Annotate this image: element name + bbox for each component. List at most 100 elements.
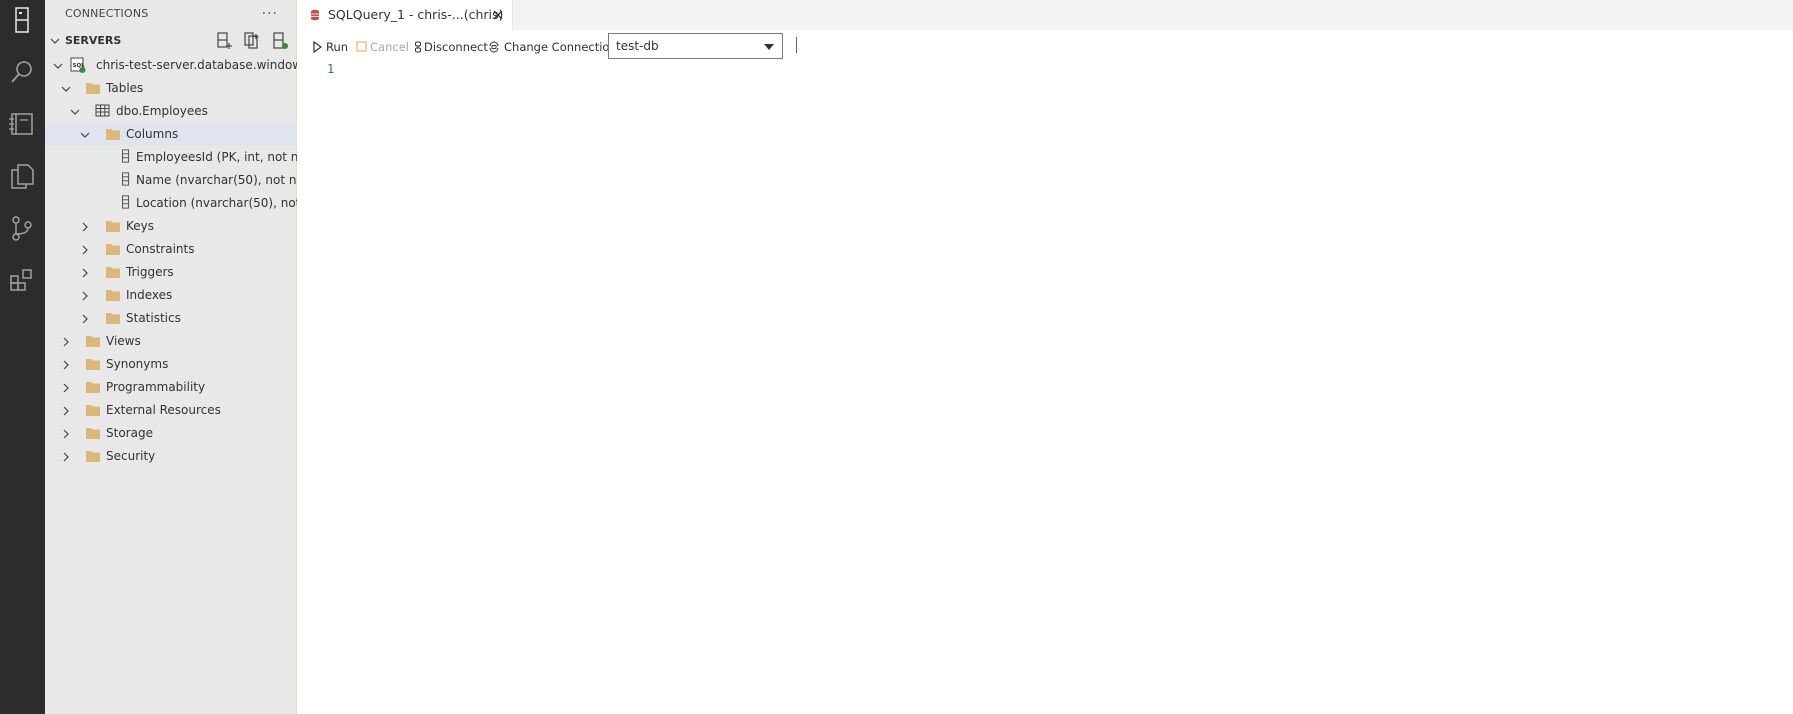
connections-icon[interactable] [8, 6, 36, 34]
close-icon[interactable] [491, 8, 505, 22]
servers-section-label: SERVERS [65, 34, 122, 47]
column-icon [122, 172, 130, 186]
chevron-down-icon [70, 109, 80, 115]
chevron-right-icon [63, 360, 69, 370]
stop-icon [356, 41, 367, 52]
folder-icon [86, 83, 100, 94]
run-button[interactable]: Run [312, 39, 348, 55]
folder-icon [86, 359, 100, 370]
new-connection-icon[interactable] [214, 31, 234, 51]
tree-label-folder: Statistics [126, 311, 181, 325]
explorer-icon[interactable] [8, 162, 36, 190]
database-select-value: test-db [616, 39, 659, 53]
tree-label-folder: Triggers [126, 265, 174, 279]
chevron-down-icon [53, 63, 63, 69]
tree-label-folder: Views [106, 334, 141, 348]
cancel-button[interactable]: Cancel [356, 39, 409, 55]
tree-item-column[interactable]: Name (nvarchar(50), not null) [45, 169, 297, 192]
tree-label-column: EmployeesId (PK, int, not n... [136, 150, 297, 164]
tree-item-keys[interactable]: Keys [45, 215, 297, 238]
disconnect-label: Disconnect [424, 40, 488, 54]
tree-item-external-resources[interactable]: External Resources [45, 399, 297, 422]
tree-item-triggers[interactable]: Triggers [45, 261, 297, 284]
tree-item-indexes[interactable]: Indexes [45, 284, 297, 307]
folder-icon [86, 451, 100, 462]
line-number: 1 [327, 62, 335, 76]
chevron-right-icon [63, 337, 69, 347]
tree-label-folder: Constraints [126, 242, 195, 256]
tree-label-folder: Programmability [106, 380, 206, 394]
tree-label-folder: Synonyms [106, 357, 169, 371]
folder-icon [86, 336, 100, 347]
folder-icon [106, 129, 120, 140]
tree-label-column: Name (nvarchar(50), not null) [136, 173, 297, 187]
tree-item-server[interactable]: SQL chris-test-server.database.windows..… [45, 54, 297, 77]
folder-icon [86, 382, 100, 393]
tree-label-folder: External Resources [106, 403, 221, 417]
chevron-right-icon [82, 291, 88, 301]
disconnect-icon [415, 41, 421, 53]
tree-label-folder: Storage [106, 426, 153, 440]
play-icon [313, 41, 322, 53]
chevron-down-icon [50, 38, 60, 44]
tree-item-synonyms[interactable]: Synonyms [45, 353, 297, 376]
tree-item-columns[interactable]: Columns [45, 123, 297, 146]
search-icon[interactable] [8, 58, 36, 86]
column-icon [122, 195, 130, 209]
tree-label-folder: Security [106, 449, 156, 463]
app-window: CONNECTIONS ··· SERVERS SQL chris-test-s… [0, 0, 1793, 714]
notebooks-icon[interactable] [8, 110, 36, 138]
tree-label-tables: Tables [106, 81, 144, 95]
database-select[interactable]: test-db [608, 33, 783, 59]
disconnect-button[interactable]: Disconnect [413, 39, 488, 55]
chevron-right-icon [82, 268, 88, 278]
source-control-icon[interactable] [8, 214, 36, 242]
tree-item-programmability[interactable]: Programmability [45, 376, 297, 399]
extensions-icon[interactable] [8, 266, 36, 294]
tree-item-statistics[interactable]: Statistics [45, 307, 297, 330]
servers-section-header[interactable]: SERVERS [45, 28, 296, 54]
tree-item-storage[interactable]: Storage [45, 422, 297, 445]
query-editor[interactable]: 1 [297, 62, 1793, 714]
tree-item-constraints[interactable]: Constraints [45, 238, 297, 261]
connections-sidebar: CONNECTIONS ··· SERVERS SQL chris-test-s… [45, 0, 297, 714]
tab-label: SQLQuery_1 - chris-...(chris) [328, 7, 504, 22]
chevron-right-icon [82, 222, 88, 232]
chevron-right-icon [63, 429, 69, 439]
chevron-down-icon [80, 132, 90, 138]
sidebar-title-label: CONNECTIONS [65, 7, 149, 20]
tree-label-folder: Indexes [126, 288, 173, 302]
chevron-right-icon [82, 314, 88, 324]
table-icon [95, 104, 110, 117]
servers-section-actions [214, 31, 290, 51]
change-connection-icon [489, 41, 499, 53]
caret-down-icon [764, 44, 774, 50]
more-actions-icon[interactable]: ··· [262, 0, 278, 28]
tree-item-column[interactable]: EmployeesId (PK, int, not n... [45, 146, 297, 169]
tree-label-column: Location (nvarchar(50), not ... [136, 196, 297, 210]
chevron-right-icon [63, 406, 69, 416]
activity-bar [0, 0, 45, 714]
active-connections-icon[interactable] [270, 31, 290, 51]
query-toolbar: Run Cancel Disconnect Change Connection … [297, 30, 1793, 62]
new-server-group-icon[interactable] [242, 31, 262, 51]
tree-item-column[interactable]: Location (nvarchar(50), not ... [45, 192, 297, 215]
editor-tab-bar: SQLQuery_1 - chris-...(chris) [297, 0, 1793, 30]
sql-server-icon: SQL [70, 57, 86, 73]
run-label: Run [326, 40, 349, 54]
folder-icon [106, 267, 120, 278]
database-icon [311, 9, 319, 21]
folder-icon [106, 244, 120, 255]
tree-item-views[interactable]: Views [45, 330, 297, 353]
tab-sqlquery-1[interactable]: SQLQuery_1 - chris-...(chris) [297, 0, 513, 30]
folder-icon [106, 313, 120, 324]
tree-label-table: dbo.Employees [116, 104, 208, 118]
change-connection-label: Change Connection [504, 40, 617, 54]
chevron-down-icon [61, 86, 71, 92]
change-connection-button[interactable]: Change Connection [488, 39, 617, 55]
tree-item-security[interactable]: Security [45, 445, 297, 468]
tree-item-table-employees[interactable]: dbo.Employees [45, 100, 297, 123]
tree-item-tables[interactable]: Tables [45, 77, 297, 100]
column-icon [122, 149, 130, 163]
folder-icon [86, 428, 100, 439]
